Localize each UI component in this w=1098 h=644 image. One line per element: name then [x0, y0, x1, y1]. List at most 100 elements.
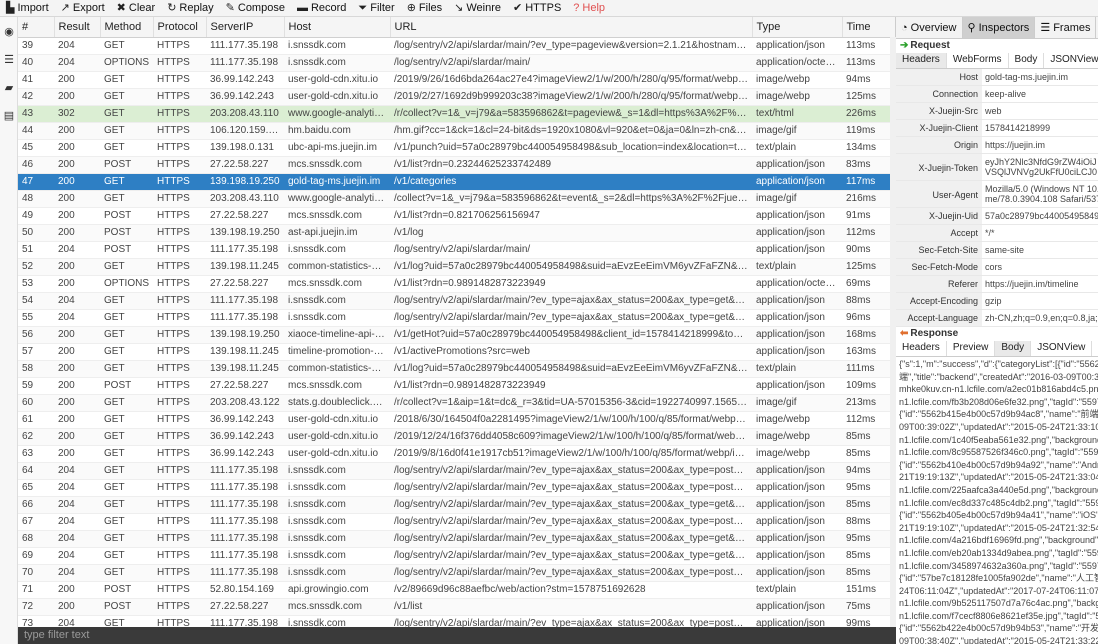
- compose-button[interactable]: ✎ Compose: [220, 0, 291, 16]
- filter-button[interactable]: ⏷ Filter: [352, 0, 400, 16]
- session-row[interactable]: 45 200 GET HTTPS 139.198.0.131 ubc-api-ms.jue…: [18, 139, 895, 157]
- request-tab-jsonview[interactable]: JSONView: [1044, 53, 1098, 68]
- col-protocol-cell: HTTPS: [153, 564, 206, 582]
- session-row[interactable]: 61 200 GET HTTPS 36.99.142.243 user-gold-cdn.…: [18, 411, 895, 429]
- col-protocol-header[interactable]: Protocol: [153, 17, 207, 38]
- record-icon: ▬: [296, 1, 308, 14]
- clear-button[interactable]: ✖ Clear: [111, 0, 162, 16]
- session-row[interactable]: 70 204 GET HTTPS 111.177.35.198 i.snssdk.com /…: [18, 564, 895, 582]
- col-serverip-cell: 111.177.35.198: [206, 615, 284, 627]
- col-host-header[interactable]: Host: [284, 17, 391, 38]
- response-tab-jsonview[interactable]: JSONView: [1031, 341, 1093, 356]
- response-tab-hea[interactable]: Hea: [1092, 341, 1098, 356]
- col-method-cell: GET: [100, 411, 153, 429]
- tab-overview[interactable]: ◔ Overview: [896, 17, 963, 38]
- session-row[interactable]: 44 200 GET HTTPS 106.120.159.126 hm.baidu.com…: [18, 122, 895, 140]
- request-tab-webforms[interactable]: WebForms: [947, 53, 1009, 68]
- response-tab-headers[interactable]: Headers: [896, 341, 947, 356]
- col-number-cell: 52: [18, 258, 54, 276]
- session-row[interactable]: 66 204 GET HTTPS 111.177.35.198 i.snssdk.com /…: [18, 496, 895, 514]
- help-button[interactable]: ? Help: [567, 0, 611, 16]
- col-protocol-cell: HTTPS: [153, 462, 206, 480]
- session-row[interactable]: 57 200 GET HTTPS 139.198.11.245 timeline-prom…: [18, 343, 895, 361]
- session-row[interactable]: 73 204 GET HTTPS 111.177.35.198 i.snssdk.com /…: [18, 615, 895, 627]
- session-row[interactable]: 56 200 GET HTTPS 139.198.19.250 xiaoce-timeli…: [18, 326, 895, 344]
- weinre-button[interactable]: ↘ Weinre: [448, 0, 507, 16]
- header-row: Accept-Encoding gzip: [896, 293, 1098, 310]
- header-value: 1578414218999: [985, 123, 1051, 133]
- header-key: Origin: [896, 137, 982, 153]
- session-row[interactable]: 54 204 GET HTTPS 111.177.35.198 i.snssdk.com /…: [18, 292, 895, 310]
- session-row[interactable]: 50 200 POST HTTPS 139.198.19.250 ast-api.juej…: [18, 224, 895, 242]
- session-row[interactable]: 40 204 OPTIONS HTTPS 111.177.35.198 i.snssdk.…: [18, 54, 895, 72]
- export-button[interactable]: ↗ Export: [55, 0, 111, 16]
- col-number-cell: 39: [18, 37, 54, 55]
- replay-button[interactable]: ↻ Replay: [161, 0, 219, 16]
- session-row[interactable]: 64 204 GET HTTPS 111.177.35.198 i.snssdk.com /…: [18, 462, 895, 480]
- filter-input[interactable]: type filter text: [18, 627, 896, 644]
- session-row[interactable]: 49 200 POST HTTPS 27.22.58.227 mcs.snssdk.com…: [18, 207, 895, 225]
- response-tab-body[interactable]: Body: [995, 341, 1032, 356]
- col-protocol-cell: HTTPS: [153, 581, 206, 599]
- session-row[interactable]: 58 200 GET HTTPS 139.198.11.245 common-statis…: [18, 360, 895, 378]
- session-row[interactable]: 47 200 GET HTTPS 139.198.19.250 gold-tag-ms.j…: [18, 173, 895, 191]
- col-type-cell: text/html: [752, 105, 842, 123]
- tab-frames[interactable]: ☰ Frames: [1035, 17, 1097, 38]
- session-row[interactable]: 52 200 GET HTTPS 139.198.11.245 common-statis…: [18, 258, 895, 276]
- col-result-cell: 204: [54, 462, 100, 480]
- col-serverip-cell: 27.22.58.227: [206, 598, 284, 616]
- session-row[interactable]: 48 200 GET HTTPS 203.208.43.110 www.google-an…: [18, 190, 895, 208]
- request-tab-body[interactable]: Body: [1009, 53, 1045, 68]
- session-row[interactable]: 68 204 GET HTTPS 111.177.35.198 i.snssdk.com /…: [18, 530, 895, 548]
- session-row[interactable]: 71 200 POST HTTPS 52.80.154.169 api.growingio…: [18, 581, 895, 599]
- col-url-cell: /log/sentry/v2/api/slardar/main/: [390, 241, 752, 259]
- col-url-cell: /log/sentry/v2/api/slardar/main/?ev_type…: [390, 547, 752, 565]
- col-time-cell: 95ms: [842, 530, 895, 548]
- col-time-header[interactable]: Time: [842, 17, 895, 38]
- session-row[interactable]: 42 200 GET HTTPS 36.99.142.243 user-gold-cdn.…: [18, 88, 895, 106]
- col-time-cell: 111ms: [842, 360, 895, 378]
- session-row[interactable]: 46 200 POST HTTPS 27.22.58.227 mcs.snssdk.com…: [18, 156, 895, 174]
- session-row[interactable]: 69 204 GET HTTPS 111.177.35.198 i.snssdk.com /…: [18, 547, 895, 565]
- folder-icon[interactable]: ▰: [0, 73, 18, 101]
- col-host-cell: common-statistics-api-m...: [284, 258, 390, 276]
- session-row[interactable]: 59 200 POST HTTPS 27.22.58.227 mcs.snssdk.com…: [18, 377, 895, 395]
- col-serverip-header[interactable]: ServerIP: [206, 17, 285, 38]
- col-type-cell: application/json: [752, 173, 842, 191]
- col-result-header[interactable]: Result: [54, 17, 101, 38]
- files-button[interactable]: ⊕ Files: [401, 0, 448, 16]
- response-tab-preview[interactable]: Preview: [947, 341, 996, 356]
- col-number-cell: 70: [18, 564, 54, 582]
- session-row[interactable]: 55 204 GET HTTPS 111.177.35.198 i.snssdk.com /…: [18, 309, 895, 327]
- session-row[interactable]: 51 204 POST HTTPS 111.177.35.198 i.snssdk.com…: [18, 241, 895, 259]
- record-button[interactable]: ▬ Record: [291, 0, 352, 16]
- col-type-header[interactable]: Type: [752, 17, 843, 38]
- list-icon[interactable]: ☰: [0, 45, 18, 73]
- col-host-cell: user-gold-cdn.xitu.io: [284, 411, 390, 429]
- session-row[interactable]: 62 200 GET HTTPS 36.99.142.243 user-gold-cdn.…: [18, 428, 895, 446]
- request-tab-headers[interactable]: Headers: [896, 53, 947, 68]
- col-result-cell: 200: [54, 394, 100, 412]
- session-row[interactable]: 53 200 OPTIONS HTTPS 27.22.58.227 mcs.snssdk.…: [18, 275, 895, 293]
- json-line: mhke0kuv.cn-n1.lcfile.com/a2ec01b816abd4…: [899, 384, 1098, 395]
- session-row[interactable]: 43 302 GET HTTPS 203.208.43.110 www.google-an…: [18, 105, 895, 123]
- session-row[interactable]: 41 200 GET HTTPS 36.99.142.243 user-gold-cdn.…: [18, 71, 895, 89]
- col-number-cell: 65: [18, 479, 54, 497]
- session-row[interactable]: 60 200 GET HTTPS 203.208.43.122 stats.g.doubl…: [18, 394, 895, 412]
- https-button[interactable]: ✔ HTTPS: [507, 0, 567, 16]
- network-icon[interactable]: ◉: [0, 17, 18, 45]
- session-row[interactable]: 39 204 GET HTTPS 111.177.35.198 i.snssdk.com /…: [18, 37, 895, 55]
- col-type-cell: application/json: [752, 343, 842, 361]
- col-method-cell: POST: [100, 241, 153, 259]
- log-icon[interactable]: ▤: [0, 101, 18, 129]
- col-url-header[interactable]: URL: [390, 17, 753, 38]
- tab-inspectors[interactable]: ⚲ Inspectors: [962, 17, 1036, 38]
- session-row[interactable]: 65 204 GET HTTPS 111.177.35.198 i.snssdk.com /…: [18, 479, 895, 497]
- col-serverip-cell: 111.177.35.198: [206, 530, 284, 548]
- col-method-header[interactable]: Method: [100, 17, 154, 38]
- col-number-header[interactable]: #: [18, 17, 55, 38]
- import-button[interactable]: ▙ Import: [0, 0, 55, 16]
- session-row[interactable]: 67 204 GET HTTPS 111.177.35.198 i.snssdk.com /…: [18, 513, 895, 531]
- session-row[interactable]: 72 200 POST HTTPS 27.22.58.227 mcs.snssdk.com…: [18, 598, 895, 616]
- session-row[interactable]: 63 200 GET HTTPS 36.99.142.243 user-gold-cdn.…: [18, 445, 895, 463]
